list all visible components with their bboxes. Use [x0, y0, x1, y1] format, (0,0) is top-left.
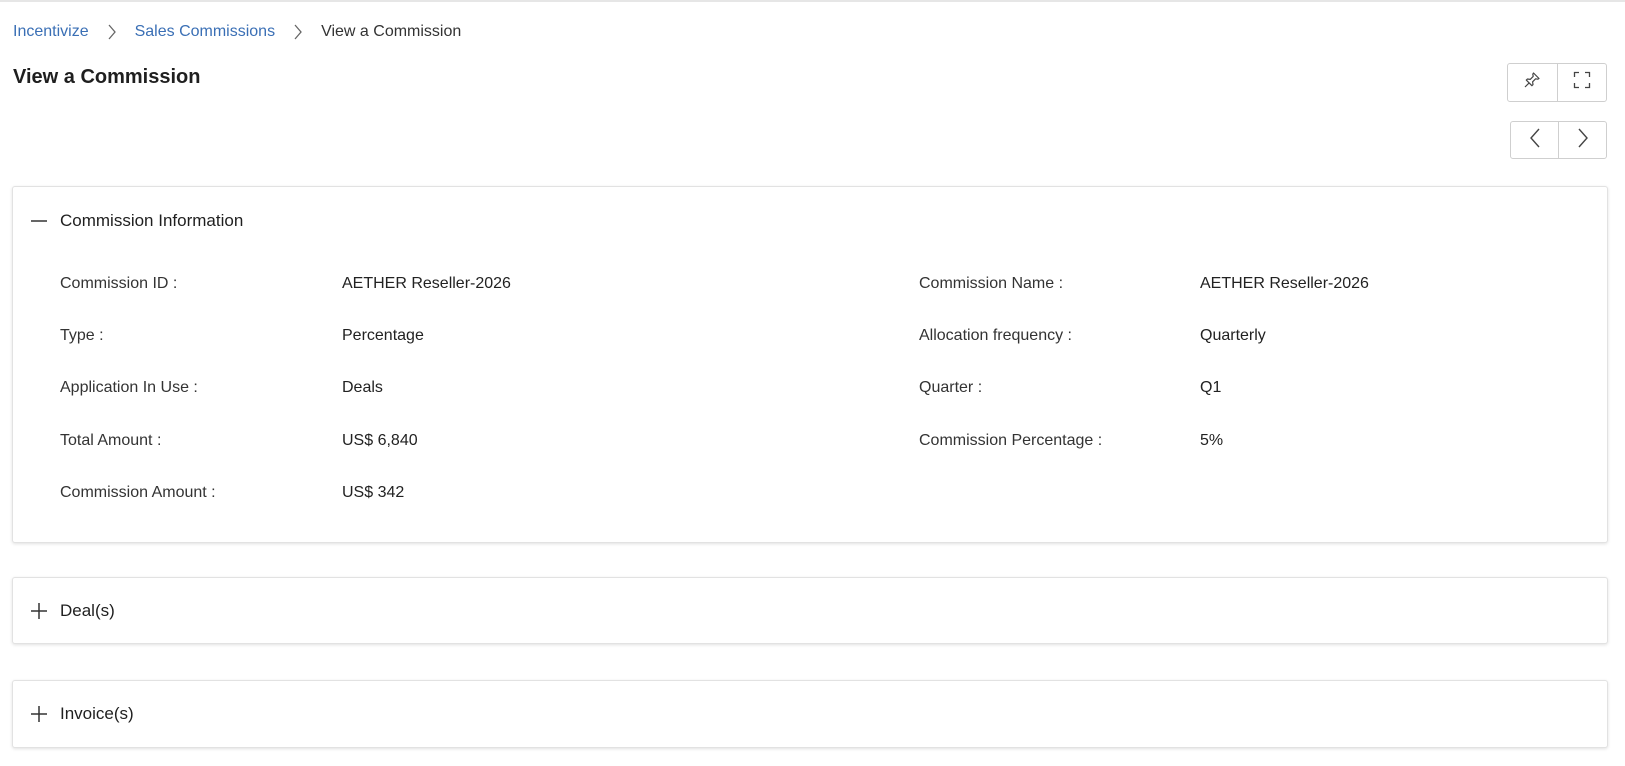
invoices-card: Invoice(s) [12, 680, 1608, 748]
previous-record-button[interactable] [1511, 122, 1558, 158]
commission-id-value: AETHER Reseller-2026 [342, 275, 511, 292]
breadcrumb-current: View a Commission [321, 23, 462, 40]
expand-plus-icon[interactable] [29, 601, 49, 621]
deals-card: Deal(s) [12, 577, 1608, 644]
next-record-button[interactable] [1558, 122, 1606, 158]
application-in-use-value: Deals [342, 379, 383, 396]
chevron-left-icon [1529, 128, 1541, 153]
pin-icon [1523, 71, 1541, 94]
deals-title: Deal(s) [60, 601, 115, 620]
commission-name-value: AETHER Reseller-2026 [1200, 275, 1369, 292]
breadcrumb-link-sales-commissions[interactable]: Sales Commissions [135, 23, 275, 41]
fullscreen-button[interactable] [1556, 64, 1607, 101]
record-navigation-group [1510, 121, 1607, 159]
breadcrumb-link-incentivize[interactable]: Incentivize [13, 23, 89, 41]
chevron-right-icon [1577, 128, 1589, 153]
allocation-frequency-value: Quarterly [1200, 327, 1266, 344]
commission-amount-label: Commission Amount : [60, 484, 216, 501]
invoices-title: Invoice(s) [60, 704, 134, 723]
quarter-value: Q1 [1200, 379, 1222, 396]
commission-name-label: Commission Name : [919, 275, 1064, 292]
commission-amount-value: US$ 342 [342, 484, 405, 501]
fullscreen-icon [1573, 71, 1591, 94]
deals-header[interactable]: Deal(s) [13, 599, 1607, 623]
commission-percentage-value: 5% [1200, 432, 1224, 449]
top-divider [0, 0, 1625, 2]
breadcrumb: Incentivize Sales Commissions View a Com… [13, 22, 461, 42]
quarter-label: Quarter : [919, 379, 983, 396]
commission-information-header[interactable]: Commission Information [13, 209, 1607, 233]
commission-information-card: Commission Information Commission ID : A… [12, 186, 1608, 543]
application-in-use-label: Application In Use : [60, 379, 198, 396]
view-actions-group [1507, 63, 1607, 102]
type-value: Percentage [342, 327, 424, 344]
type-label: Type : [60, 327, 104, 344]
chevron-right-icon [275, 24, 321, 40]
expand-plus-icon[interactable] [29, 704, 49, 724]
collapse-minus-icon[interactable] [29, 211, 49, 231]
total-amount-label: Total Amount : [60, 432, 162, 449]
chevron-right-icon [89, 24, 135, 40]
pin-button[interactable] [1508, 64, 1557, 101]
allocation-frequency-label: Allocation frequency : [919, 327, 1072, 344]
invoices-header[interactable]: Invoice(s) [13, 702, 1607, 726]
commission-id-label: Commission ID : [60, 275, 178, 292]
total-amount-value: US$ 6,840 [342, 432, 418, 449]
page-title: View a Commission [13, 66, 201, 88]
commission-percentage-label: Commission Percentage : [919, 432, 1103, 449]
commission-information-title: Commission Information [60, 211, 244, 230]
